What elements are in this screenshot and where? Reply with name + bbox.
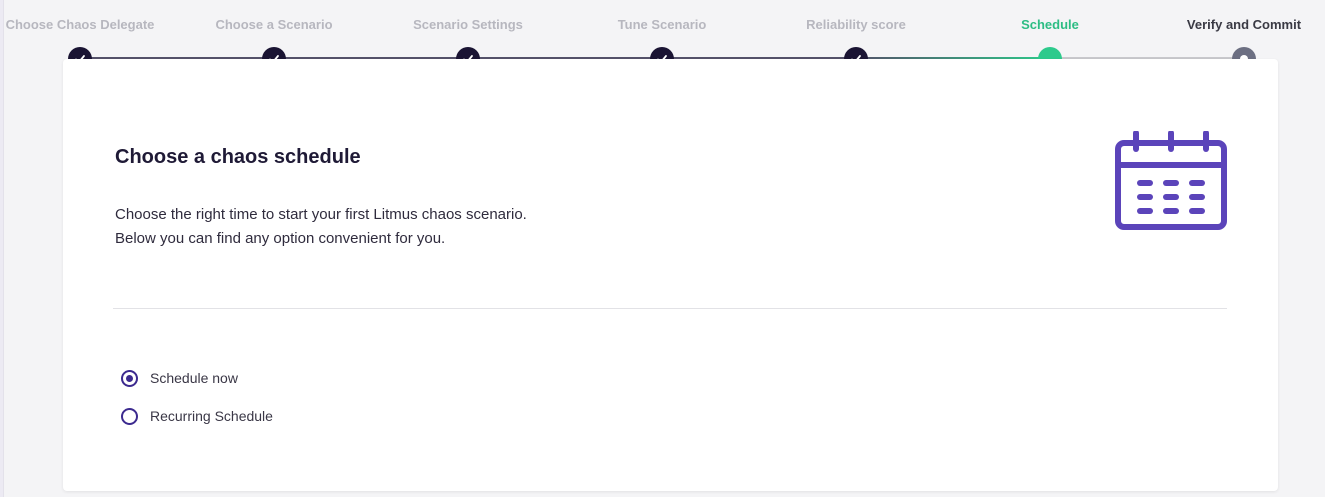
step-label: Reliability score <box>806 17 906 32</box>
schedule-now-label: Schedule now <box>150 370 238 386</box>
section-divider <box>113 308 1227 309</box>
page-description: Choose the right time to start your firs… <box>115 203 815 251</box>
recurring-schedule-radio[interactable] <box>121 407 138 425</box>
step-label: Schedule <box>1021 17 1079 32</box>
step-label: Verify and Commit <box>1186 17 1302 32</box>
step-label: Choose a Scenario <box>215 17 333 32</box>
description-line-2: Below you can find any option convenient… <box>115 230 446 247</box>
step-label: Choose Chaos Delegate <box>5 17 155 32</box>
calendar-icon <box>1115 131 1227 230</box>
description-line-1: Choose the right time to start your firs… <box>115 206 527 223</box>
schedule-now-radio[interactable] <box>121 369 138 387</box>
recurring-schedule-label: Recurring Schedule <box>150 408 273 424</box>
step-label: Tune Scenario <box>617 17 707 32</box>
step-label: Scenario Settings <box>413 17 523 32</box>
schedule-now-option[interactable]: Schedule now <box>121 368 238 388</box>
recurring-schedule-option[interactable]: Recurring Schedule <box>121 406 273 426</box>
page-title: Choose a chaos schedule <box>115 146 361 168</box>
schedule-card: Choose a chaos schedule Choose the right… <box>63 59 1278 491</box>
